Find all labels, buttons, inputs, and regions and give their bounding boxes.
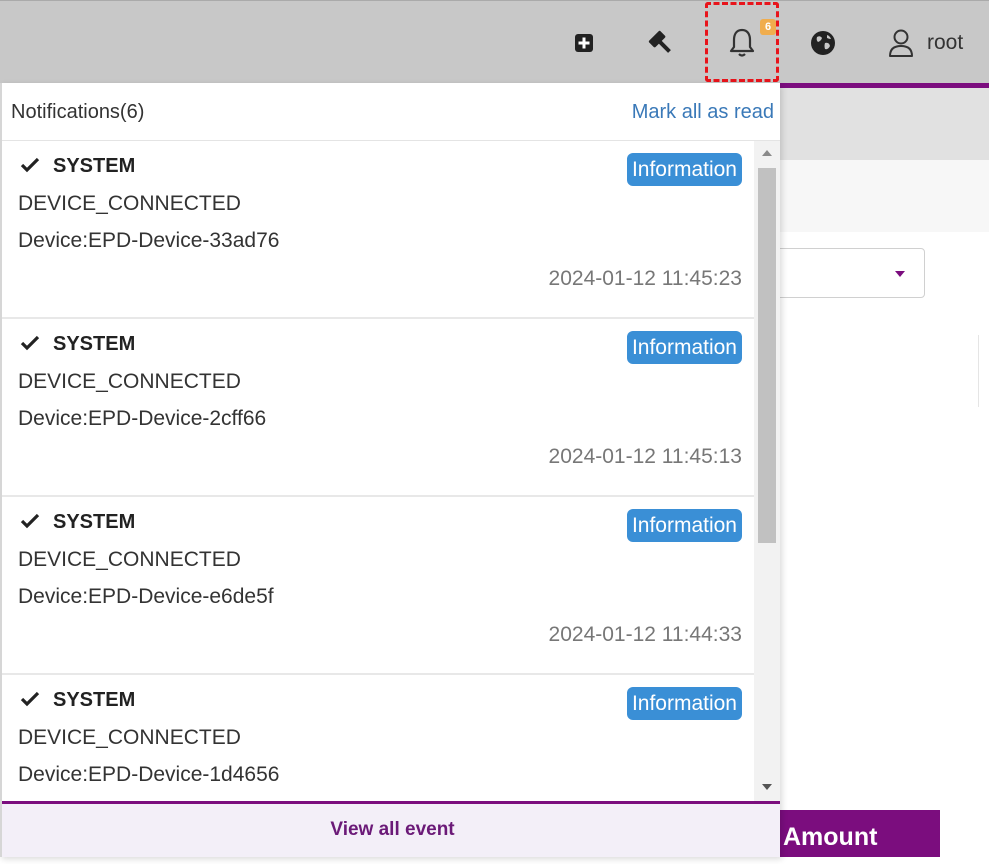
notifications-list: SYSTEM Information DEVICE_CONNECTED Devi… bbox=[2, 141, 754, 801]
notifications-header: Notifications(6) Mark all as read bbox=[2, 83, 780, 141]
scrollbar-thumb[interactable] bbox=[758, 168, 776, 543]
notification-source: SYSTEM bbox=[53, 689, 136, 711]
top-navbar: root bbox=[0, 0, 989, 83]
notifications-footer: View all event bbox=[2, 801, 780, 857]
view-all-events-link[interactable]: View all event bbox=[330, 819, 454, 841]
notification-source: SYSTEM bbox=[53, 333, 136, 355]
notifications-scrollbar[interactable] bbox=[754, 141, 780, 801]
notification-source: SYSTEM bbox=[53, 511, 136, 533]
bell-highlight-box bbox=[705, 2, 779, 82]
level-badge: Information bbox=[626, 331, 742, 364]
mark-all-read-link[interactable]: Mark all as read bbox=[632, 101, 774, 124]
notification-count-badge: 6 bbox=[760, 19, 776, 35]
check-icon bbox=[20, 157, 40, 173]
notification-event: DEVICE_CONNECTED bbox=[18, 370, 241, 393]
notification-source: SYSTEM bbox=[53, 155, 136, 177]
notifications-dropdown: Notifications(6) Mark all as read SYSTEM… bbox=[0, 83, 780, 857]
notification-event: DEVICE_CONNECTED bbox=[18, 726, 241, 749]
notification-device: Device:EPD-Device-1d4656 bbox=[18, 763, 280, 786]
plus-square-icon[interactable] bbox=[566, 25, 602, 61]
user-name[interactable]: root bbox=[927, 31, 963, 55]
notification-item[interactable]: SYSTEM Information DEVICE_CONNECTED Devi… bbox=[2, 497, 754, 675]
page-filter-panel bbox=[780, 160, 989, 232]
level-badge: Information bbox=[626, 687, 742, 720]
select-caret-icon bbox=[895, 271, 905, 277]
notification-item[interactable]: SYSTEM Information DEVICE_CONNECTED Devi… bbox=[2, 675, 754, 801]
scroll-up-arrow-icon[interactable] bbox=[762, 150, 772, 156]
page-tab-strip bbox=[780, 88, 989, 160]
notifications-title: Notifications(6) bbox=[11, 101, 145, 123]
notification-event: DEVICE_CONNECTED bbox=[18, 548, 241, 571]
notification-time: 2024-01-12 11:45:23 bbox=[548, 267, 742, 290]
amount-column-header: Amount bbox=[760, 810, 940, 857]
scroll-down-arrow-icon[interactable] bbox=[762, 784, 772, 790]
notification-device: Device:EPD-Device-2cff66 bbox=[18, 407, 267, 430]
gavel-icon[interactable] bbox=[643, 25, 679, 61]
notification-event: DEVICE_CONNECTED bbox=[18, 192, 241, 215]
user-icon[interactable] bbox=[883, 25, 919, 61]
check-icon bbox=[20, 691, 40, 707]
notification-time: 2024-01-12 11:45:13 bbox=[548, 445, 742, 468]
check-icon bbox=[20, 335, 40, 351]
page-divider bbox=[978, 335, 979, 407]
notification-device: Device:EPD-Device-33ad76 bbox=[18, 229, 280, 252]
notification-time: 2024-01-12 11:44:33 bbox=[548, 623, 742, 646]
notification-item[interactable]: SYSTEM Information DEVICE_CONNECTED Devi… bbox=[2, 141, 754, 319]
notification-item[interactable]: SYSTEM Information DEVICE_CONNECTED Devi… bbox=[2, 319, 754, 497]
check-icon bbox=[20, 513, 40, 529]
level-badge: Information bbox=[626, 153, 742, 186]
globe-icon[interactable] bbox=[805, 25, 841, 61]
notification-device: Device:EPD-Device-e6de5f bbox=[18, 585, 274, 608]
level-badge: Information bbox=[626, 509, 742, 542]
active-nav-indicator bbox=[780, 83, 989, 88]
